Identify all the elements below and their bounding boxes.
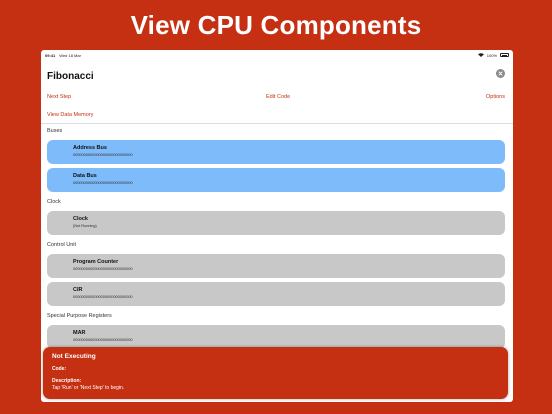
close-button[interactable] [496, 69, 505, 78]
component-value: 0000000000000000000000000000 [73, 294, 133, 299]
battery-icon [500, 53, 509, 57]
component-card-program-counter[interactable]: Program Counter 000000000000000000000000… [47, 254, 505, 278]
edit-code-button[interactable]: Edit Code [266, 94, 290, 100]
battery-percent: 100% [486, 52, 497, 58]
component-value: 0000000000000000000000000000 [73, 337, 133, 342]
component-title: Data Bus [73, 173, 97, 179]
view-data-memory-button[interactable]: View Data Memory [47, 112, 93, 118]
toolbar: Next Step Edit Code Options [41, 94, 513, 104]
divider [41, 123, 513, 124]
next-step-button[interactable]: Next Step [47, 94, 71, 100]
component-card-cir[interactable]: CIR 0000000000000000000000000000 [47, 282, 505, 306]
component-card-clock[interactable]: Clock (Not Running) [47, 211, 505, 235]
section-header-special-registers: Special Purpose Registers [47, 313, 112, 319]
component-title: Address Bus [73, 145, 107, 151]
status-date: Wed 18 Mar [59, 52, 81, 58]
page-title: Fibonacci [47, 71, 94, 82]
execution-code-label: Code: [52, 366, 67, 372]
component-card-mar[interactable]: MAR 0000000000000000000000000000 [47, 325, 505, 349]
section-header-clock: Clock [47, 199, 61, 205]
component-card-data-bus[interactable]: Data Bus 0000000000000000000000000000 [47, 168, 505, 192]
section-header-control-unit: Control Unit [47, 242, 77, 248]
component-title: CIR [73, 287, 83, 293]
execution-description-label: Description: [52, 378, 82, 384]
promo-title: View CPU Components [130, 10, 422, 40]
component-value: 0000000000000000000000000000 [73, 266, 133, 271]
component-title: MAR [73, 330, 86, 336]
execution-description: Tap 'Run' or 'Next Step' to begin. [52, 385, 125, 391]
component-title: Clock [73, 216, 88, 222]
execution-status-panel: Not Executing Code: Description: Tap 'Ru… [43, 347, 508, 399]
section-header-buses: Buses [47, 128, 63, 134]
component-title: Program Counter [73, 259, 119, 265]
wifi-icon [477, 53, 484, 57]
execution-status: Not Executing [52, 353, 96, 360]
component-value: (Not Running) [73, 223, 97, 228]
status-time: 09:41 [45, 52, 56, 58]
options-button[interactable]: Options [486, 94, 505, 100]
status-bar: 09:41 Wed 18 Mar 100% [41, 50, 513, 60]
component-card-address-bus[interactable]: Address Bus 0000000000000000000000000000 [47, 140, 505, 164]
close-icon [498, 71, 503, 76]
component-value: 0000000000000000000000000000 [73, 180, 133, 185]
component-value: 0000000000000000000000000000 [73, 152, 133, 157]
